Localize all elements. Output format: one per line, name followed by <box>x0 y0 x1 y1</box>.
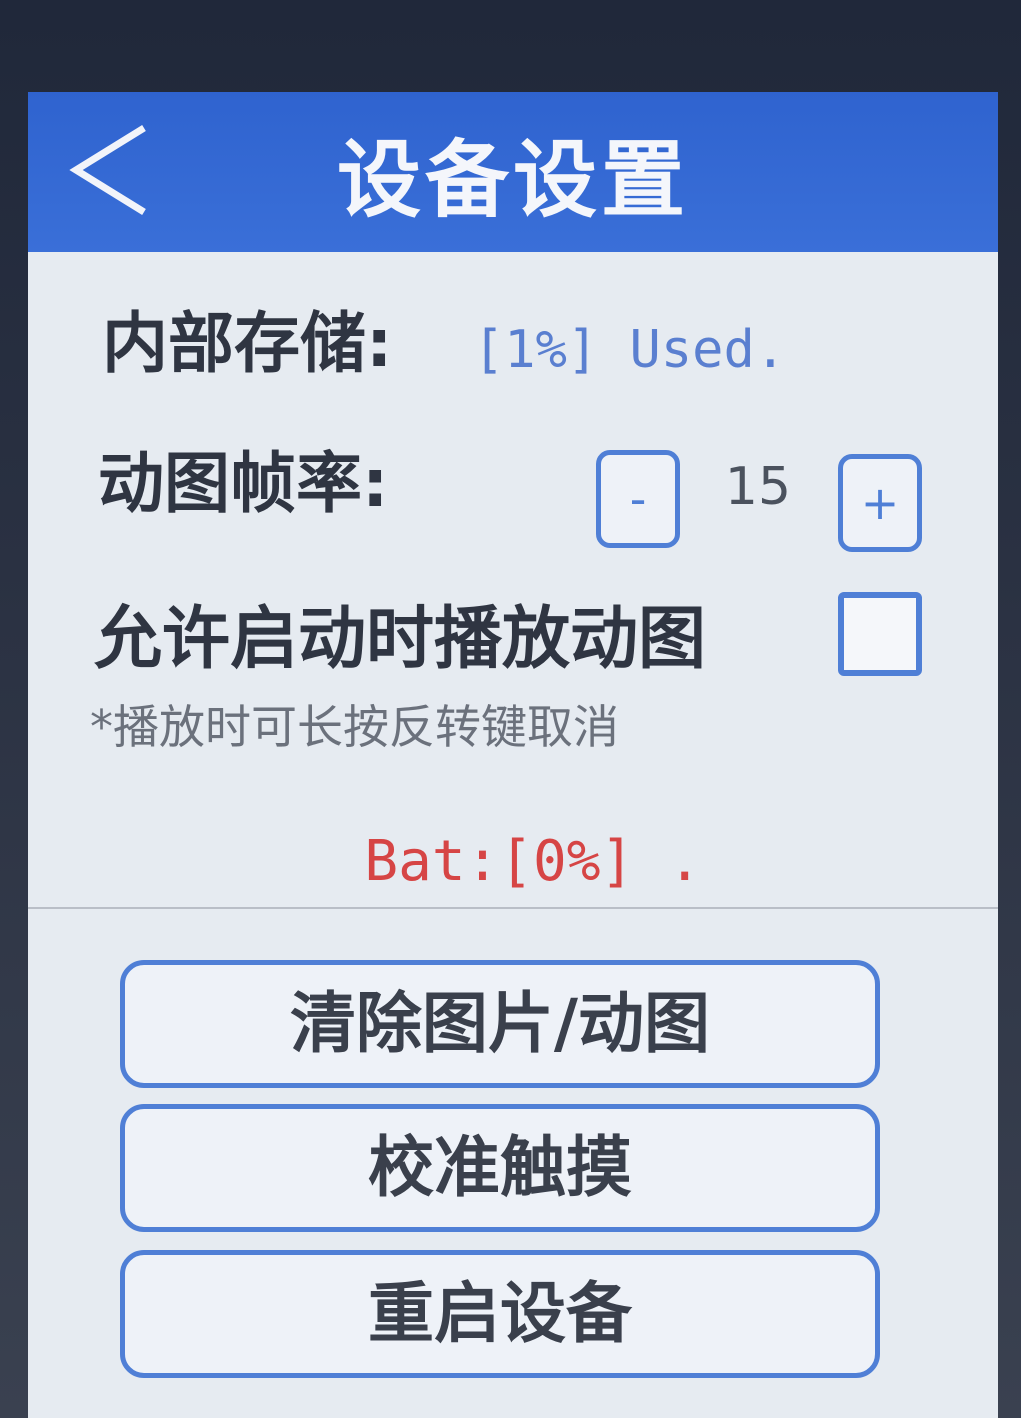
header-bar: 设备设置 <box>28 92 998 252</box>
frame-rate-label: 动图帧率: <box>98 445 389 522</box>
storage-value: [1%] Used. <box>473 320 787 380</box>
frame-rate-decrement-button[interactable]: - <box>596 450 680 548</box>
divider <box>28 907 998 909</box>
frame-rate-value: 15 <box>724 457 792 517</box>
restart-device-button[interactable]: 重启设备 <box>120 1250 880 1378</box>
device-screen: 设备设置 内部存储: [1%] Used. 动图帧率: - 15 + 允许启动时… <box>28 92 998 1418</box>
autoplay-checkbox[interactable] <box>838 592 922 676</box>
storage-label: 内部存储: <box>102 305 393 382</box>
autoplay-label: 允许启动时播放动图 <box>94 600 707 679</box>
autoplay-hint: *播放时可长按反转键取消 <box>90 700 619 754</box>
frame-rate-increment-button[interactable]: + <box>838 454 922 552</box>
page-title: 设备设置 <box>336 131 689 229</box>
battery-status: Bat:[0%] . <box>364 829 702 894</box>
clear-images-button[interactable]: 清除图片/动图 <box>120 960 880 1088</box>
calibrate-touch-button[interactable]: 校准触摸 <box>120 1104 880 1232</box>
